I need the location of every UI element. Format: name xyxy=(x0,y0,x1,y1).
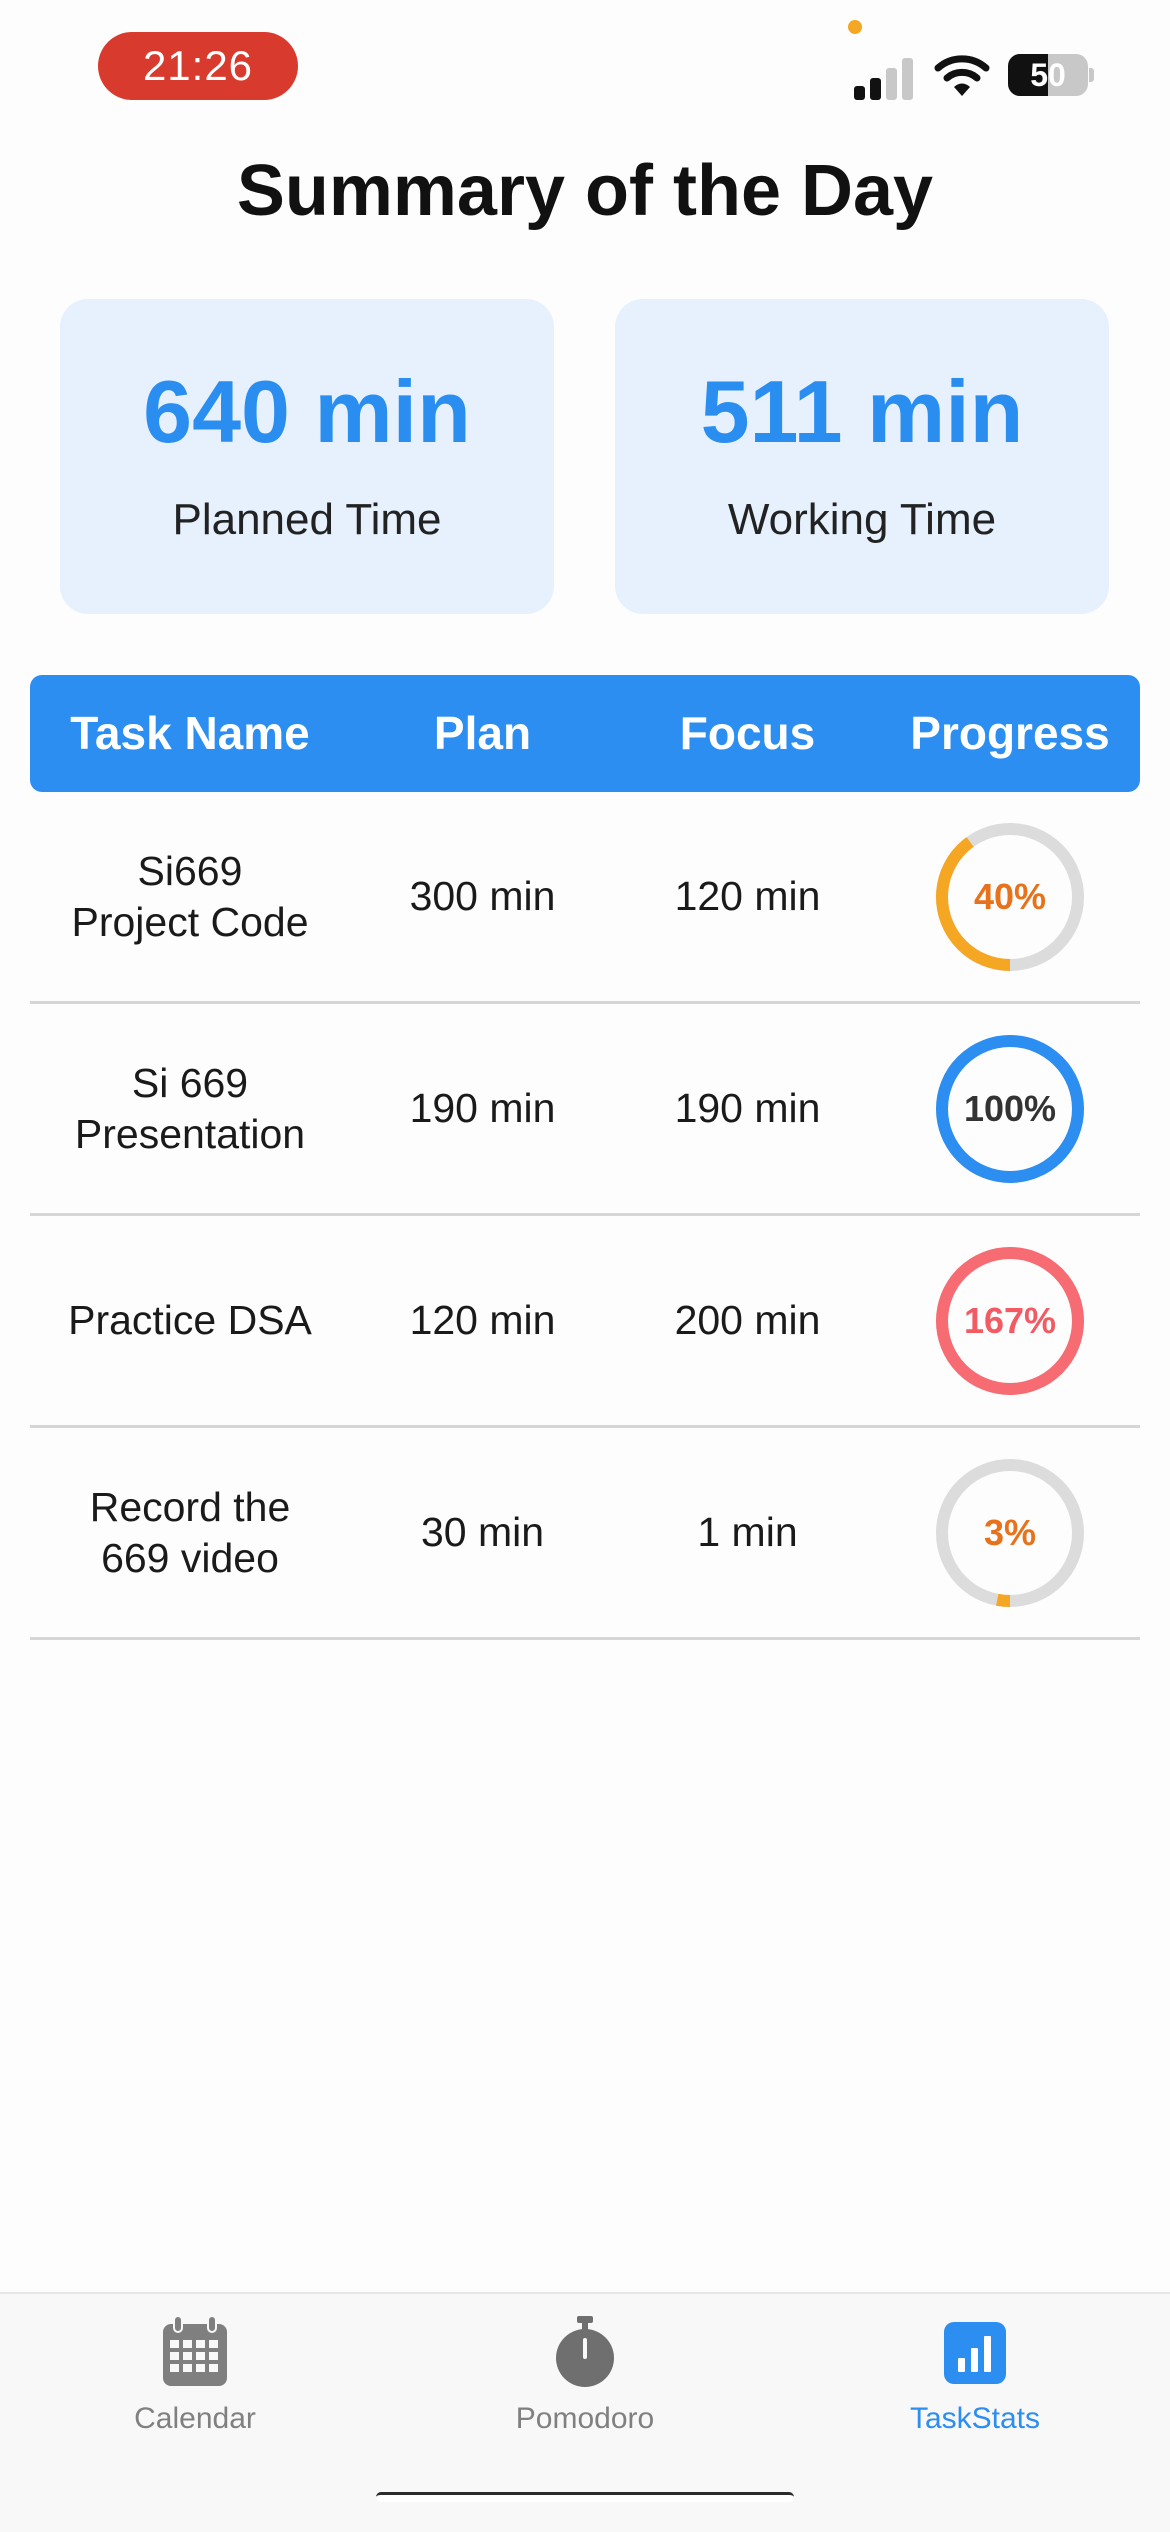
progress-ring: 3% xyxy=(933,1456,1087,1610)
wifi-icon xyxy=(934,55,990,96)
task-progress: 100% xyxy=(880,1004,1140,1213)
task-name: Si669 Project Code xyxy=(71,847,309,945)
cellular-signal-icon xyxy=(854,58,913,100)
task-name: Practice DSA xyxy=(68,1297,312,1343)
tab-bar: Calendar Pomodoro TaskStats xyxy=(0,2292,1170,2532)
planned-time-value: 640 min xyxy=(143,362,471,461)
tab-taskstats-label: TaskStats xyxy=(909,2402,1041,2435)
progress-percent: 167% xyxy=(963,1299,1057,1341)
tab-pomodoro-label: Pomodoro xyxy=(515,2402,655,2435)
task-progress: 167% xyxy=(880,1216,1140,1425)
table-row[interactable]: Record the 669 video 30 min 1 min 3% xyxy=(30,1428,1140,1640)
table-row[interactable]: Si 669 Presentation 190 min 190 min 100% xyxy=(30,1004,1140,1216)
task-plan: 190 min xyxy=(409,1085,556,1131)
task-progress: 3% xyxy=(880,1428,1140,1637)
progress-ring: 40% xyxy=(933,820,1087,974)
header-plan: Plan xyxy=(433,707,532,759)
privacy-indicator-dot xyxy=(848,20,862,34)
task-name: Si 669 Presentation xyxy=(74,1059,306,1157)
battery-icon: 50 xyxy=(1008,54,1094,96)
tab-calendar-label: Calendar xyxy=(134,2402,256,2435)
task-name: Record the 669 video xyxy=(89,1483,291,1581)
tab-calendar[interactable]: Calendar xyxy=(0,2314,390,2464)
task-focus: 190 min xyxy=(674,1085,821,1131)
table-row[interactable]: Practice DSA 120 min 200 min 167% xyxy=(30,1216,1140,1428)
battery-body: 50 xyxy=(1008,54,1088,96)
task-focus: 1 min xyxy=(697,1509,798,1555)
progress-percent: 3% xyxy=(983,1511,1037,1553)
bar-chart-icon xyxy=(944,2322,1006,2384)
header-task-name: Task Name xyxy=(70,707,310,759)
task-focus: 120 min xyxy=(674,873,821,919)
task-plan: 30 min xyxy=(420,1509,545,1555)
tab-taskstats[interactable]: TaskStats xyxy=(780,2314,1170,2464)
task-focus: 200 min xyxy=(674,1297,821,1343)
progress-ring: 100% xyxy=(933,1032,1087,1186)
table-row[interactable]: Si669 Project Code 300 min 120 min 40% xyxy=(30,792,1140,1004)
header-focus: Focus xyxy=(679,707,816,759)
page-title: Summary of the Day xyxy=(236,151,934,231)
home-indicator[interactable] xyxy=(376,2492,794,2502)
calendar-icon xyxy=(163,2315,227,2386)
working-time-card: 511 min Working Time xyxy=(615,299,1109,614)
task-plan: 300 min xyxy=(409,873,556,919)
status-time[interactable]: 21:26 xyxy=(98,32,298,100)
header-progress: Progress xyxy=(910,707,1110,759)
working-time-value: 511 min xyxy=(700,362,1024,461)
progress-ring: 167% xyxy=(933,1244,1087,1398)
battery-percent: 50 xyxy=(1030,57,1066,93)
planned-time-card: 640 min Planned Time xyxy=(60,299,554,614)
task-progress: 40% xyxy=(880,792,1140,1001)
task-plan: 120 min xyxy=(409,1297,556,1343)
task-table-header: Task Name Plan Focus Progress xyxy=(30,675,1140,792)
tab-pomodoro[interactable]: Pomodoro xyxy=(390,2314,780,2464)
progress-percent: 100% xyxy=(963,1087,1057,1129)
battery-cap xyxy=(1089,68,1094,82)
progress-percent: 40% xyxy=(973,875,1047,917)
planned-time-label: Planned Time xyxy=(172,495,442,544)
stopwatch-icon xyxy=(556,2316,614,2387)
status-bar: 21:26 50 xyxy=(0,0,1170,140)
working-time-label: Working Time xyxy=(727,495,997,544)
